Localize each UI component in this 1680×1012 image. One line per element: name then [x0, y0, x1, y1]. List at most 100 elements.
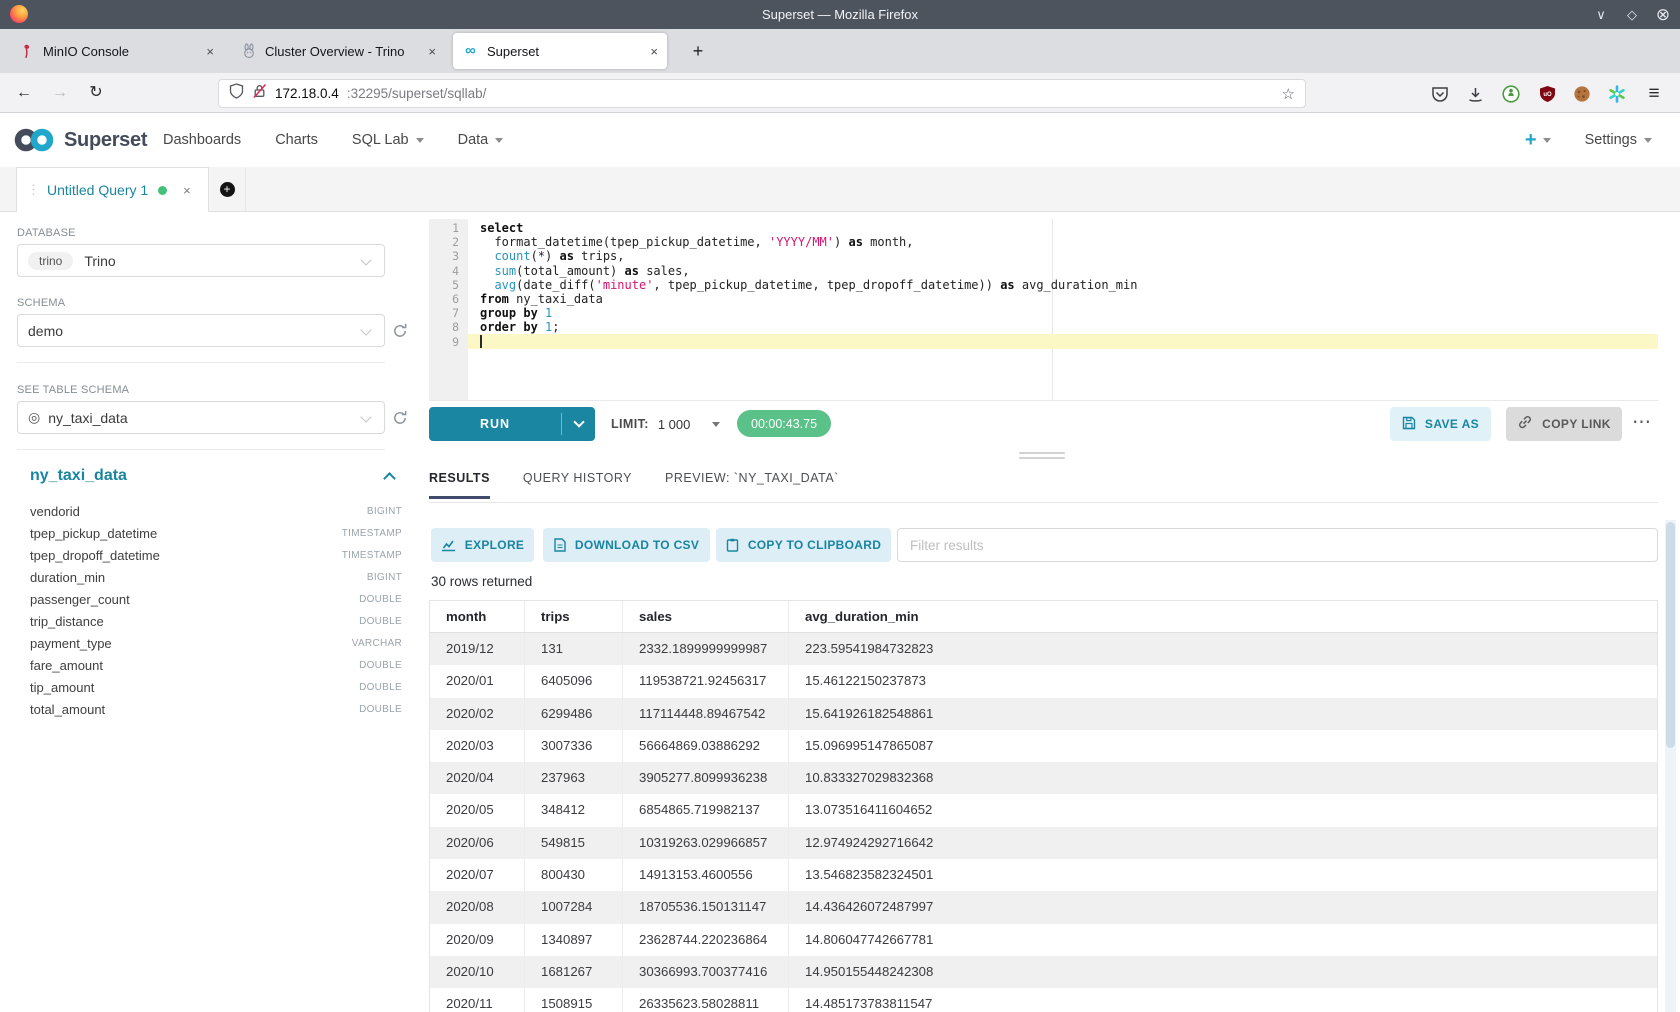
database-select[interactable]: trino Trino [17, 244, 385, 277]
table-cell: 6854865.719982137 [623, 794, 789, 826]
insecure-lock-icon[interactable] [252, 83, 267, 104]
table-column-row: tpep_pickup_datetimeTIMESTAMP [17, 522, 402, 544]
copy-to-clipboard-button[interactable]: COPY TO CLIPBOARD [716, 528, 891, 562]
refresh-table-icon[interactable] [391, 409, 409, 427]
downloads-icon[interactable] [1465, 84, 1485, 104]
window-close-icon[interactable]: ⊗ [1654, 5, 1672, 25]
chart-icon [441, 538, 456, 552]
schema-label: SCHEMA [17, 297, 65, 309]
ublock-origin-icon[interactable]: uO [1537, 84, 1557, 104]
settings-menu[interactable]: Settings [1585, 132, 1652, 148]
bookmark-star-icon[interactable]: ☆ [1282, 85, 1295, 103]
active-line-highlight [468, 334, 1658, 349]
superset-favicon-icon: ∞ [462, 43, 479, 60]
collapse-chevron-up-icon[interactable] [383, 472, 396, 485]
column-header-sales[interactable]: sales [623, 601, 789, 632]
limit-dropdown[interactable]: LIMIT: 1 000 [611, 407, 720, 441]
browser-tab-3[interactable]: ∞Superset× [453, 33, 667, 69]
browser-tabstrip: MinIO Console×Cluster Overview - Trino×∞… [0, 29, 1680, 73]
hamburger-menu-icon[interactable]: ≡ [1644, 84, 1664, 104]
copy-link-button[interactable]: COPY LINK [1506, 407, 1622, 441]
browser-tab-title: Cluster Overview - Trino [265, 44, 422, 59]
browser-tab-1[interactable]: MinIO Console× [9, 33, 223, 69]
column-header-trips[interactable]: trips [525, 601, 623, 632]
download-to-csv-button[interactable]: DOWNLOAD TO CSV [543, 528, 710, 562]
close-query-tab-icon[interactable]: × [183, 183, 191, 198]
chevron-down-icon [1644, 138, 1652, 143]
close-tab-icon[interactable]: × [428, 44, 436, 59]
database-value: Trino [84, 253, 115, 269]
table-row: 2020/09134089723628744.22023686414.80604… [430, 924, 1657, 956]
nav-link-charts[interactable]: Charts [275, 132, 318, 148]
column-name: fare_amount [30, 658, 359, 673]
run-button[interactable]: RUN [429, 407, 595, 441]
filter-results-input[interactable] [897, 528, 1658, 562]
save-as-button[interactable]: SAVE AS [1390, 407, 1491, 441]
results-tab-results[interactable]: RESULTS [429, 471, 490, 499]
code-line: order by 1; [480, 320, 560, 334]
back-button[interactable]: ← [12, 82, 36, 104]
column-name: tip_amount [30, 680, 359, 695]
table-cell: 10319263.029966857 [623, 827, 789, 859]
extension-green-icon[interactable] [1501, 84, 1521, 104]
line-number: 7 [429, 306, 459, 320]
table-cell: 14.950155448242308 [789, 956, 1657, 988]
browser-tab-2[interactable]: Cluster Overview - Trino × [231, 33, 445, 69]
pane-resize-handle[interactable] [1019, 452, 1065, 462]
refresh-schema-icon[interactable] [391, 322, 409, 340]
extension-colorful-icon[interactable] [1607, 84, 1627, 104]
save-icon [1402, 416, 1416, 433]
query-tab-untitled[interactable]: ⋮ Untitled Query 1 × [16, 167, 209, 212]
table-cell: 2020/05 [430, 794, 525, 826]
table-cell: 56664869.03886292 [623, 730, 789, 762]
superset-logo[interactable]: Superset [12, 126, 147, 154]
column-type: VARCHAR [352, 638, 402, 649]
code-line: count(*) as trips, [480, 249, 625, 263]
schema-select[interactable]: demo [17, 314, 385, 347]
forward-button[interactable]: → [48, 82, 72, 104]
window-maximize-icon[interactable]: ◇ [1623, 7, 1641, 23]
window-minimize-icon[interactable]: ∨ [1592, 7, 1610, 23]
table-schema-title[interactable]: ny_taxi_data [30, 467, 127, 485]
close-tab-icon[interactable]: × [206, 44, 214, 59]
nav-link-sql-lab[interactable]: SQL Lab [352, 132, 424, 148]
scrollbar[interactable] [1665, 520, 1676, 1012]
plus-icon: + [220, 182, 235, 197]
sqllab-sidebar: DATABASE trino Trino SCHEMA demo SEE TAB… [0, 212, 423, 1012]
table-select[interactable]: ◎ ny_taxi_data [17, 401, 385, 434]
drag-handle-icon[interactable]: ⋮ [27, 182, 40, 198]
results-tabbar: RESULTS QUERY HISTORY PREVIEW: `NY_TAXI_DA… [429, 467, 1658, 503]
nav-link-dashboards[interactable]: Dashboards [163, 132, 241, 148]
table-cell: 2020/04 [430, 762, 525, 794]
column-header-avg_duration_min[interactable]: avg_duration_min [789, 601, 1657, 632]
sql-editor[interactable]: 123456789 select format_datetime(tpep_pi… [429, 219, 1658, 401]
results-tab-preview[interactable]: PREVIEW: `NY_TAXI_DATA` [665, 471, 839, 496]
new-tab-button[interactable]: + [684, 37, 712, 65]
limit-label: LIMIT: [611, 417, 649, 431]
add-new-button[interactable]: + [1525, 129, 1551, 152]
clipboard-icon [726, 538, 739, 552]
table-cell: 2020/11 [430, 988, 525, 1012]
more-options-button[interactable]: ⋯ [1632, 411, 1652, 434]
url-bar[interactable]: 172.18.0.4 :32295/superset/sqllab/ ☆ [218, 79, 1306, 108]
table-row: 2020/0780043014913153.460055613.54682358… [430, 859, 1657, 891]
cookie-extension-icon[interactable] [1572, 84, 1592, 104]
add-query-tab-button[interactable]: + [209, 167, 246, 212]
table-cell: 237963 [525, 762, 623, 794]
tracking-shield-icon[interactable] [229, 83, 244, 104]
results-tab-query-history[interactable]: QUERY HISTORY [523, 471, 632, 496]
table-cell: 549815 [525, 827, 623, 859]
url-path: :32295/superset/sqllab/ [347, 86, 1274, 101]
run-options-button[interactable] [562, 407, 595, 441]
scrollbar-thumb[interactable] [1666, 522, 1675, 748]
pocket-icon[interactable] [1430, 84, 1450, 104]
close-tab-icon[interactable]: × [650, 44, 658, 59]
table-cell: 30366993.700377416 [623, 956, 789, 988]
schema-value: demo [28, 323, 63, 339]
reload-button[interactable]: ↻ [84, 82, 108, 104]
column-header-month[interactable]: month [430, 601, 525, 632]
table-cell: 14913153.4600556 [623, 859, 789, 891]
table-column-row: fare_amountDOUBLE [17, 654, 402, 676]
explore-button[interactable]: EXPLORE [431, 528, 534, 562]
nav-link-data[interactable]: Data [458, 132, 504, 148]
